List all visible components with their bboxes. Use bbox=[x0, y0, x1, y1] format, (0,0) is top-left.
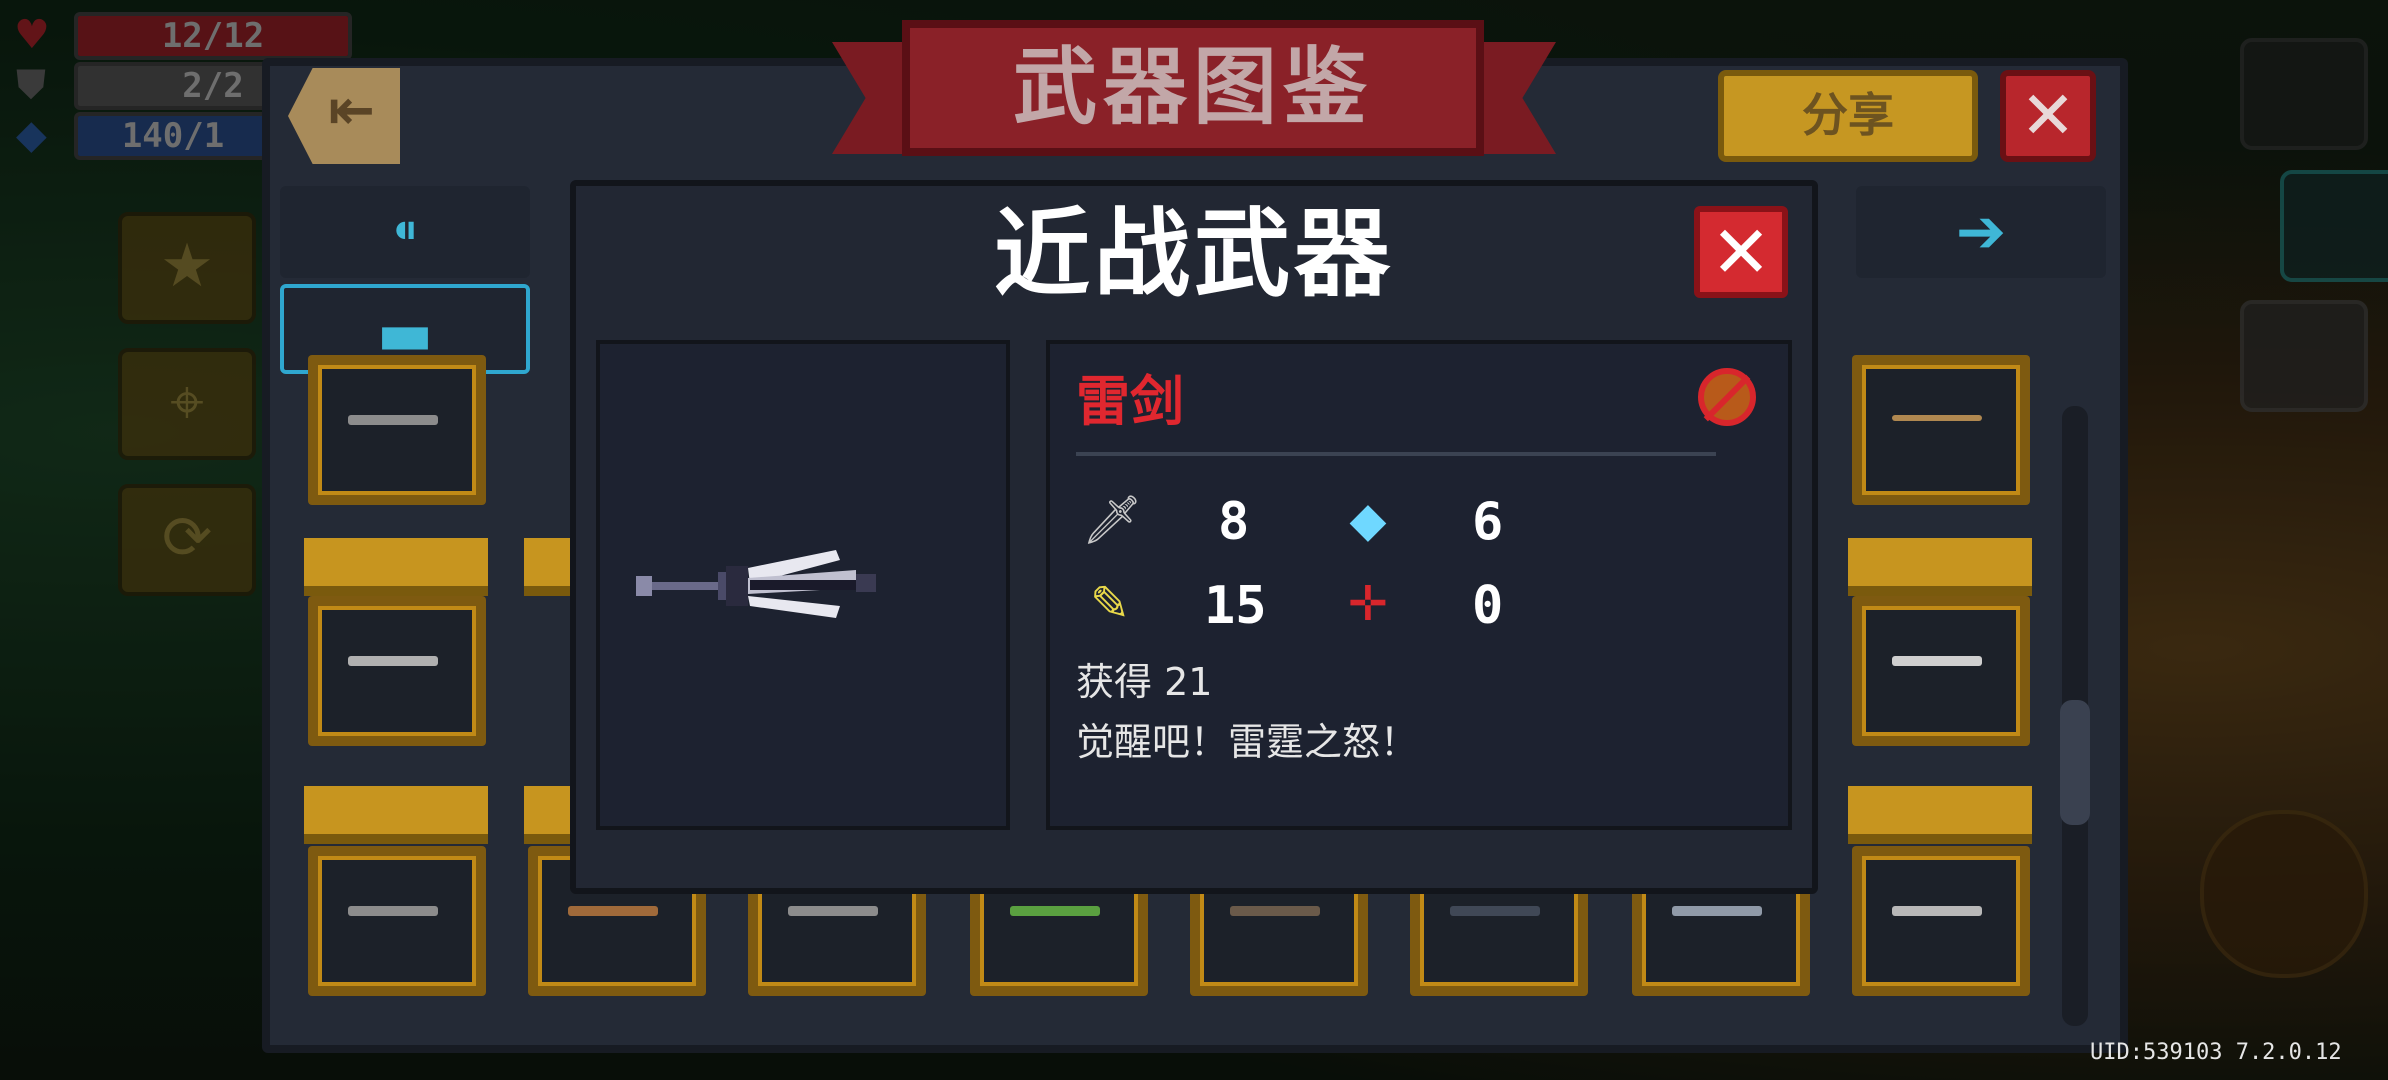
codex-close-button[interactable]: ✕ bbox=[2000, 70, 2096, 162]
weapon-name: 雷剑 bbox=[1076, 370, 1184, 433]
weapon-icon bbox=[1672, 906, 1762, 916]
modal-close-button[interactable]: ✕ bbox=[1694, 206, 1788, 298]
weapon-slot[interactable] bbox=[308, 355, 486, 505]
codex-title: 武器图鉴 bbox=[1012, 38, 1373, 136]
weapon-icon bbox=[1230, 906, 1320, 916]
grid-scroll-thumb[interactable] bbox=[2060, 700, 2090, 825]
shelf-top bbox=[304, 538, 488, 596]
stat-spread: 0 bbox=[1472, 576, 1504, 636]
stat-damage: 8 bbox=[1218, 492, 1250, 552]
shelf-top bbox=[1848, 786, 2032, 844]
crosshair-icon: ✛ bbox=[1347, 576, 1389, 632]
arrow-right-icon: ➔ bbox=[1955, 197, 2007, 267]
weapon-preview bbox=[596, 340, 1010, 830]
sword-icon: 🗡 bbox=[1082, 492, 1143, 548]
shelf-top bbox=[304, 786, 488, 844]
weapon-slot[interactable] bbox=[1852, 355, 2030, 505]
weapon-icon bbox=[348, 415, 438, 425]
tab-category-1[interactable]: ⁌ bbox=[280, 186, 530, 278]
weapon-icon bbox=[1010, 906, 1100, 916]
modal-title: 近战武器 bbox=[994, 198, 1394, 310]
weapon-slot[interactable] bbox=[308, 846, 486, 996]
weapon-icon bbox=[1450, 906, 1540, 916]
weapon-icon bbox=[788, 906, 878, 916]
weapon-icon bbox=[1892, 906, 1982, 916]
codex-title-banner: 武器图鉴 bbox=[902, 20, 1484, 156]
uid-version-label: UID:539103 7.2.0.12 bbox=[2090, 1040, 2342, 1065]
weapon-icon bbox=[568, 906, 658, 916]
back-icon: ⇤ bbox=[328, 78, 375, 143]
weapon-slot[interactable] bbox=[308, 596, 486, 746]
shelf-top bbox=[524, 786, 570, 844]
share-button[interactable]: 分享 bbox=[1718, 70, 1978, 162]
feather-icon: ✎ bbox=[1089, 576, 1131, 632]
weapon-icon bbox=[348, 906, 438, 916]
close-icon: ✕ bbox=[1710, 210, 1772, 294]
stat-energy: 6 bbox=[1472, 492, 1504, 552]
weapon-icon bbox=[348, 656, 438, 666]
diamond-icon: ◆ bbox=[1349, 492, 1387, 548]
share-label: 分享 bbox=[1802, 88, 1894, 142]
prohibited-icon bbox=[1698, 368, 1756, 426]
gun-icon: ⁌ bbox=[390, 197, 420, 267]
thunder-sword-sprite bbox=[636, 550, 876, 618]
weapon-icon bbox=[1892, 656, 1982, 666]
stat-critical: 15 bbox=[1204, 576, 1267, 636]
weapon-quote: 觉醒吧！雷霆之怒！ bbox=[1076, 720, 1419, 764]
shelf-top bbox=[524, 538, 570, 596]
weapon-slot[interactable] bbox=[1852, 846, 2030, 996]
weapon-slot[interactable] bbox=[1852, 596, 2030, 746]
info-divider bbox=[1076, 452, 1716, 456]
tab-category-next[interactable]: ➔ bbox=[1856, 186, 2106, 278]
close-icon: ✕ bbox=[2020, 77, 2076, 154]
obtained-count: 获得 21 bbox=[1076, 660, 1213, 704]
shelf-top bbox=[1848, 538, 2032, 596]
weapon-icon bbox=[1892, 415, 1982, 421]
